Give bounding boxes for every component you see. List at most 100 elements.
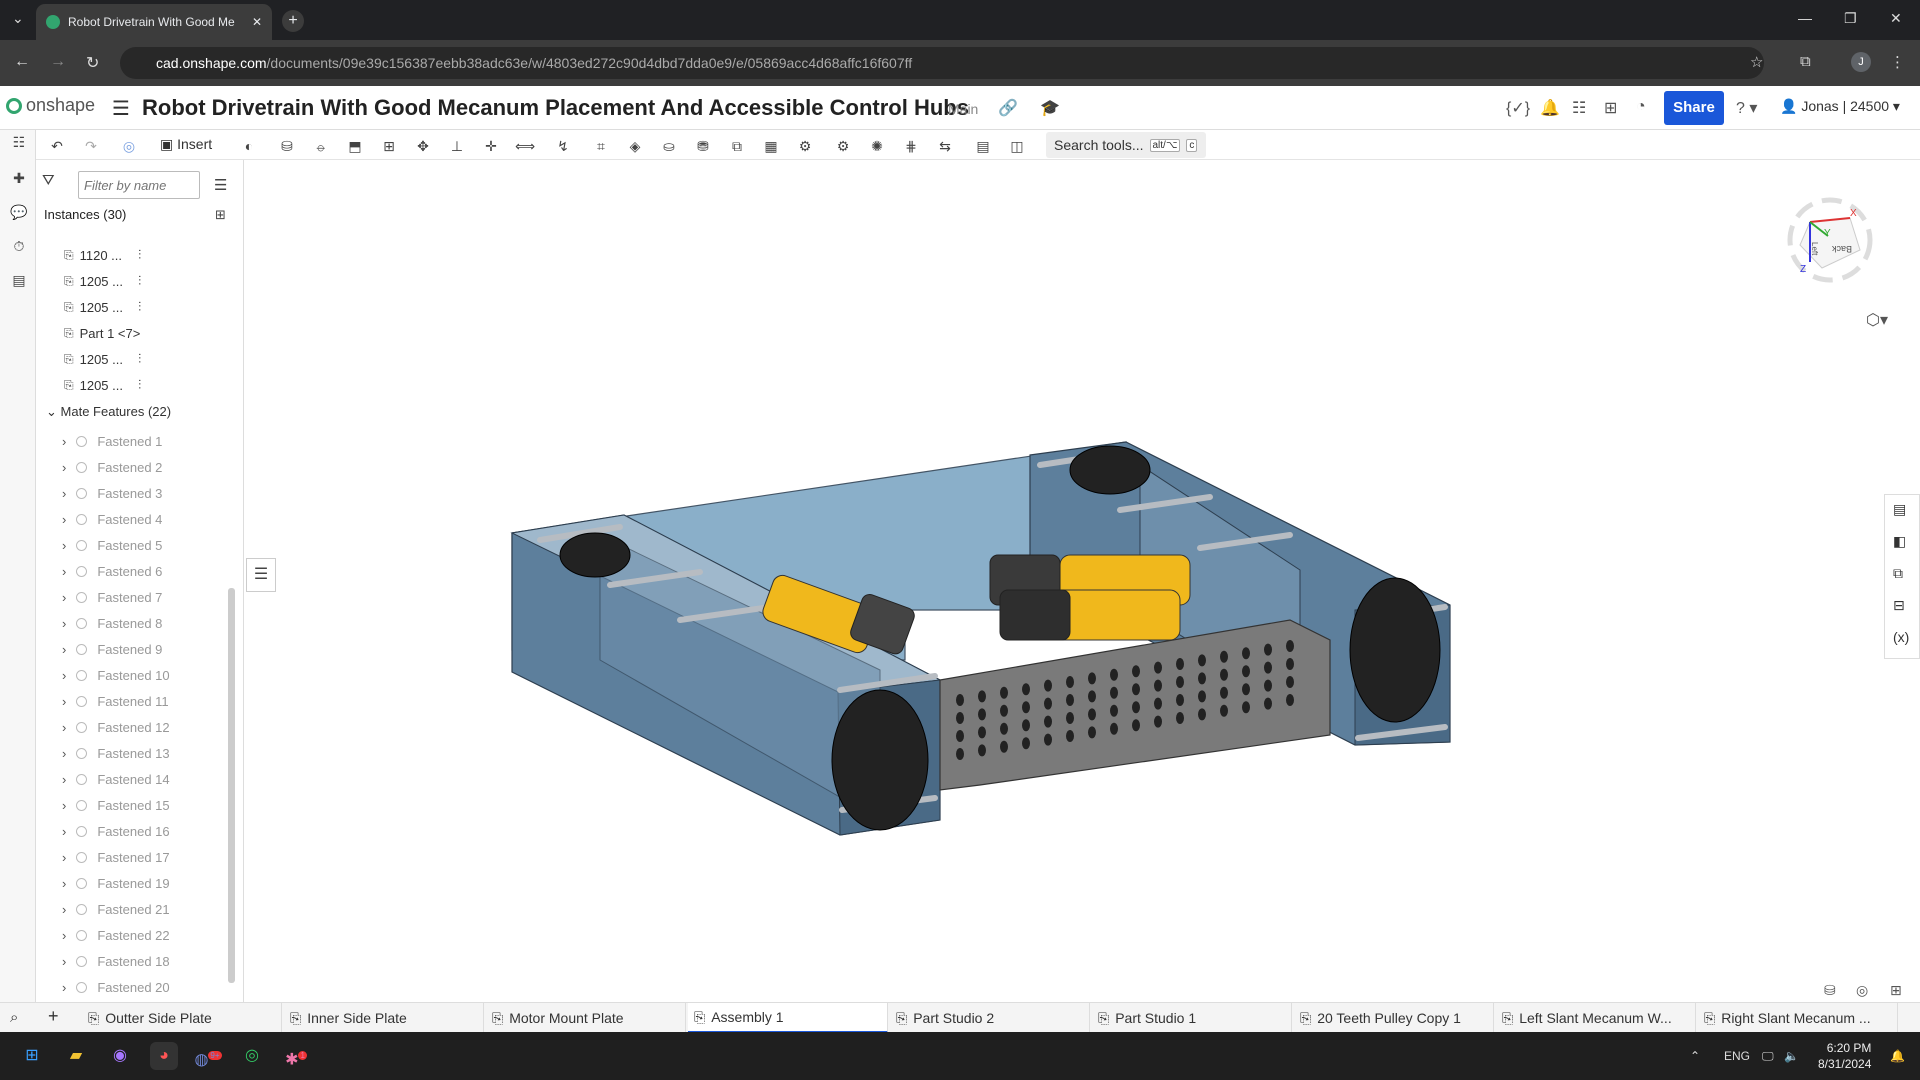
browser-tab[interactable]: Robot Drivetrain With Good Me ✕ <box>36 4 272 40</box>
list-view-icon[interactable]: ☰ <box>214 176 227 194</box>
chevron-right-icon[interactable]: › <box>62 590 66 605</box>
versions-icon[interactable]: ◔ <box>1636 98 1646 116</box>
chevron-right-icon[interactable]: › <box>62 824 66 839</box>
chevron-right-icon[interactable]: › <box>62 694 66 709</box>
app-store-icon[interactable]: ⊞ <box>1604 98 1617 118</box>
view-cube[interactable]: X Y Z Back Left <box>1780 190 1880 310</box>
share-button[interactable]: Share <box>1664 91 1724 125</box>
onshape-logo[interactable]: onshape <box>6 95 95 116</box>
ball-mate-icon[interactable]: ✛ <box>480 135 502 157</box>
browser-menu-icon[interactable]: ⋮ <box>1890 53 1905 71</box>
profile-avatar[interactable]: J <box>1851 52 1871 72</box>
chevron-right-icon[interactable]: › <box>62 538 66 553</box>
close-window-icon[interactable]: ✕ <box>1890 10 1902 27</box>
properties-icon[interactable]: ▤ <box>1893 501 1906 518</box>
slack-icon[interactable]: ✱ 1 <box>282 1042 310 1070</box>
chevron-right-icon[interactable]: › <box>62 798 66 813</box>
mate-feature-item[interactable]: › Fastened 11 <box>62 694 169 709</box>
gear-relation-icon[interactable]: ⛀ <box>658 135 680 157</box>
document-tab[interactable]: ⎘ Motor Mount Plate <box>486 1003 686 1033</box>
onshape-app-icon[interactable]: ◎ <box>238 1042 266 1070</box>
configurations-icon[interactable]: ⧉ <box>1893 565 1903 582</box>
document-tab[interactable]: ⎘ 20 Teeth Pulley Copy 1 <box>1294 1003 1494 1033</box>
simulation-icon[interactable]: ⏱ <box>9 238 29 258</box>
link-icon[interactable]: 🔗 <box>998 98 1018 118</box>
chevron-right-icon[interactable]: › <box>62 876 66 891</box>
document-tab[interactable]: ⎘ Left Slant Mecanum W... <box>1496 1003 1696 1033</box>
instance-item[interactable]: ⎘ 1205 ... ⫶ <box>64 270 141 292</box>
feature-list-icon[interactable]: ☷ <box>9 134 29 154</box>
mate-feature-item[interactable]: › Fastened 21 <box>62 902 170 917</box>
system-clock[interactable]: 6:20 PM 8/31/2024 <box>1818 1040 1871 1072</box>
search-tools-input[interactable]: Search tools... alt/⌥ c <box>1046 132 1206 158</box>
parallel-mate-icon[interactable]: ⟺ <box>514 135 536 157</box>
tree-scroll-thumb[interactable] <box>228 588 235 983</box>
chrome-icon[interactable]: ◕ <box>150 1042 178 1070</box>
bookmark-star-icon[interactable]: ☆ <box>1750 53 1763 71</box>
linear-pattern-icon[interactable]: ⚙ <box>832 135 854 157</box>
mate-feature-item[interactable]: › Fastened 22 <box>62 928 170 943</box>
toggle-panel-button[interactable]: ☰ <box>246 558 276 592</box>
tangent-mate-icon[interactable]: ↯ <box>552 135 574 157</box>
mate-feature-item[interactable]: › Fastened 4 <box>62 512 162 527</box>
mate-feature-item[interactable]: › Fastened 20 <box>62 980 170 995</box>
back-icon[interactable]: ← <box>14 53 30 71</box>
mirror-icon[interactable]: ⋕ <box>900 135 922 157</box>
chevron-right-icon[interactable]: › <box>62 512 66 527</box>
instance-item[interactable]: ⎘ 1205 ... ⫶ <box>64 296 141 318</box>
graphics-viewport[interactable] <box>244 160 1884 1012</box>
planar-mate-icon[interactable]: ⊞ <box>378 135 400 157</box>
chevron-right-icon[interactable]: › <box>62 850 66 865</box>
mate-connector-icon[interactable]: ⌗ <box>590 135 612 157</box>
minimize-icon[interactable]: — <box>1798 10 1812 26</box>
chevron-right-icon[interactable]: › <box>62 486 66 501</box>
tab-search-icon[interactable]: ⌄ <box>12 10 24 27</box>
section-icon[interactable]: ⊞ <box>1890 982 1902 999</box>
tree-scrollbar[interactable] <box>226 230 236 1000</box>
chevron-right-icon[interactable]: › <box>62 928 66 943</box>
linear-relation-icon[interactable]: ▦ <box>760 135 782 157</box>
redo-icon[interactable]: ↷ <box>80 135 102 157</box>
robot-drivetrain-model[interactable] <box>244 160 1884 1012</box>
mate-feature-item[interactable]: › Fastened 19 <box>62 876 170 891</box>
slider-mate-icon[interactable]: ⬒ <box>344 135 366 157</box>
notifications-icon[interactable]: 🔔 <box>1540 98 1560 118</box>
notification-bell-icon[interactable]: 🔔 <box>1890 1049 1905 1063</box>
fastened-mate-icon[interactable]: ⛁ <box>276 135 298 157</box>
tray-chevron-icon[interactable]: ⌃ <box>1690 1049 1700 1063</box>
insert-part-icon[interactable]: ✚ <box>9 170 29 190</box>
search-tabs-icon[interactable]: ⌕ <box>10 1009 18 1026</box>
mate-feature-item[interactable]: › Fastened 3 <box>62 486 162 501</box>
messenger-icon[interactable]: ◉ <box>106 1042 134 1070</box>
replicate-pattern-icon[interactable]: ⚙ <box>794 135 816 157</box>
bom-icon[interactable]: ▤ <box>9 272 29 292</box>
mate-feature-item[interactable]: › Fastened 2 <box>62 460 162 475</box>
chevron-right-icon[interactable]: › <box>62 954 66 969</box>
featurescript-icon[interactable]: {✓} <box>1506 98 1530 118</box>
add-folder-icon[interactable]: ⊞ <box>215 207 226 223</box>
chevron-right-icon[interactable]: › <box>62 980 66 995</box>
file-explorer-icon[interactable]: ▰ <box>62 1042 90 1070</box>
chevron-right-icon[interactable]: › <box>62 460 66 475</box>
extensions-icon[interactable]: ⧉ <box>1800 53 1811 70</box>
instance-item[interactable]: ⎘ 1205 ... ⫶ <box>64 348 141 370</box>
network-icon[interactable]: 🖵 <box>1762 1049 1774 1064</box>
mate-feature-item[interactable]: › Fastened 9 <box>62 642 162 657</box>
add-tab-icon[interactable]: + <box>48 1006 59 1027</box>
filter-icon[interactable]: ⛛ <box>42 172 55 189</box>
mass-properties-icon[interactable]: ⊟ <box>1893 597 1905 614</box>
address-bar[interactable]: cad.onshape.com/documents/09e39c156387ee… <box>120 47 1764 79</box>
mate-feature-item[interactable]: › Fastened 7 <box>62 590 162 605</box>
camera-icon[interactable]: ◎ <box>1856 982 1868 999</box>
discord-icon[interactable]: ◍ 9+ <box>194 1042 222 1070</box>
forward-icon[interactable]: → <box>50 53 66 71</box>
rack-pinion-icon[interactable]: ⛃ <box>692 135 714 157</box>
document-tab[interactable]: ⎘ Outter Side Plate <box>82 1003 282 1033</box>
chevron-right-icon[interactable]: › <box>62 746 66 761</box>
snapshot-icon[interactable]: ◎ <box>118 135 140 157</box>
branch-label[interactable]: Main <box>948 101 978 117</box>
mate-feature-item[interactable]: › Fastened 6 <box>62 564 162 579</box>
mate-feature-item[interactable]: › Fastened 8 <box>62 616 162 631</box>
document-tab[interactable]: ⎘ Part Studio 1 <box>1092 1003 1292 1033</box>
appearance-icon[interactable]: ◧ <box>1893 533 1906 550</box>
